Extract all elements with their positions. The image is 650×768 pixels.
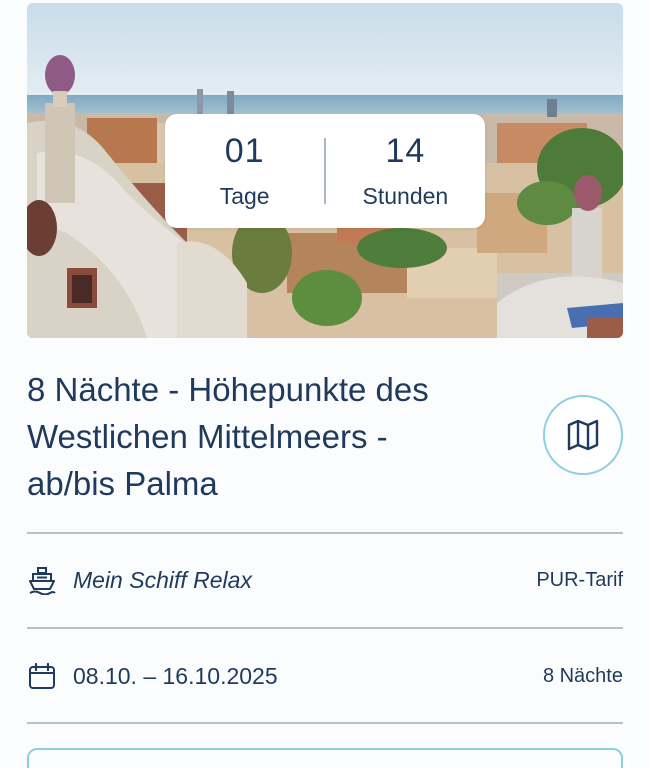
destination-image: 01 Tage 14 Stunden xyxy=(27,3,623,338)
trip-title: 8 Nächte - Höhepunkte des Westlichen Mit… xyxy=(27,366,507,507)
date-range: 08.10. – 16.10.2025 xyxy=(73,662,278,689)
countdown-hours-value: 14 xyxy=(385,132,426,170)
divider xyxy=(27,722,623,724)
ship-name: Mein Schiff Relax xyxy=(73,566,252,593)
ship-row: Mein Schiff Relax PUR-Tarif xyxy=(27,560,623,600)
countdown-days-label: Tage xyxy=(219,183,270,209)
nights-count: 8 Nächte xyxy=(542,664,623,687)
departure-countdown: 01 Tage 14 Stunden xyxy=(165,114,485,228)
route-map-button[interactable] xyxy=(543,395,623,475)
ship-icon xyxy=(27,565,57,595)
next-card-edge xyxy=(27,748,623,768)
divider xyxy=(27,627,623,629)
countdown-hours-label: Stunden xyxy=(362,183,449,209)
map-icon xyxy=(567,419,599,451)
divider xyxy=(27,532,623,534)
trip-title-line-3: ab/bis Palma xyxy=(27,465,218,502)
countdown-days: 01 Tage xyxy=(165,131,324,211)
countdown-hours: 14 Stunden xyxy=(326,131,485,211)
tariff-label: PUR-Tarif xyxy=(536,568,623,591)
date-row: 08.10. – 16.10.2025 8 Nächte xyxy=(27,656,623,696)
trip-title-line-1: 8 Nächte - Höhepunkte des xyxy=(27,371,429,408)
calendar-icon xyxy=(27,661,57,691)
trip-title-line-2: Westlichen Mittelmeers - xyxy=(27,418,388,455)
countdown-days-value: 01 xyxy=(224,132,265,170)
